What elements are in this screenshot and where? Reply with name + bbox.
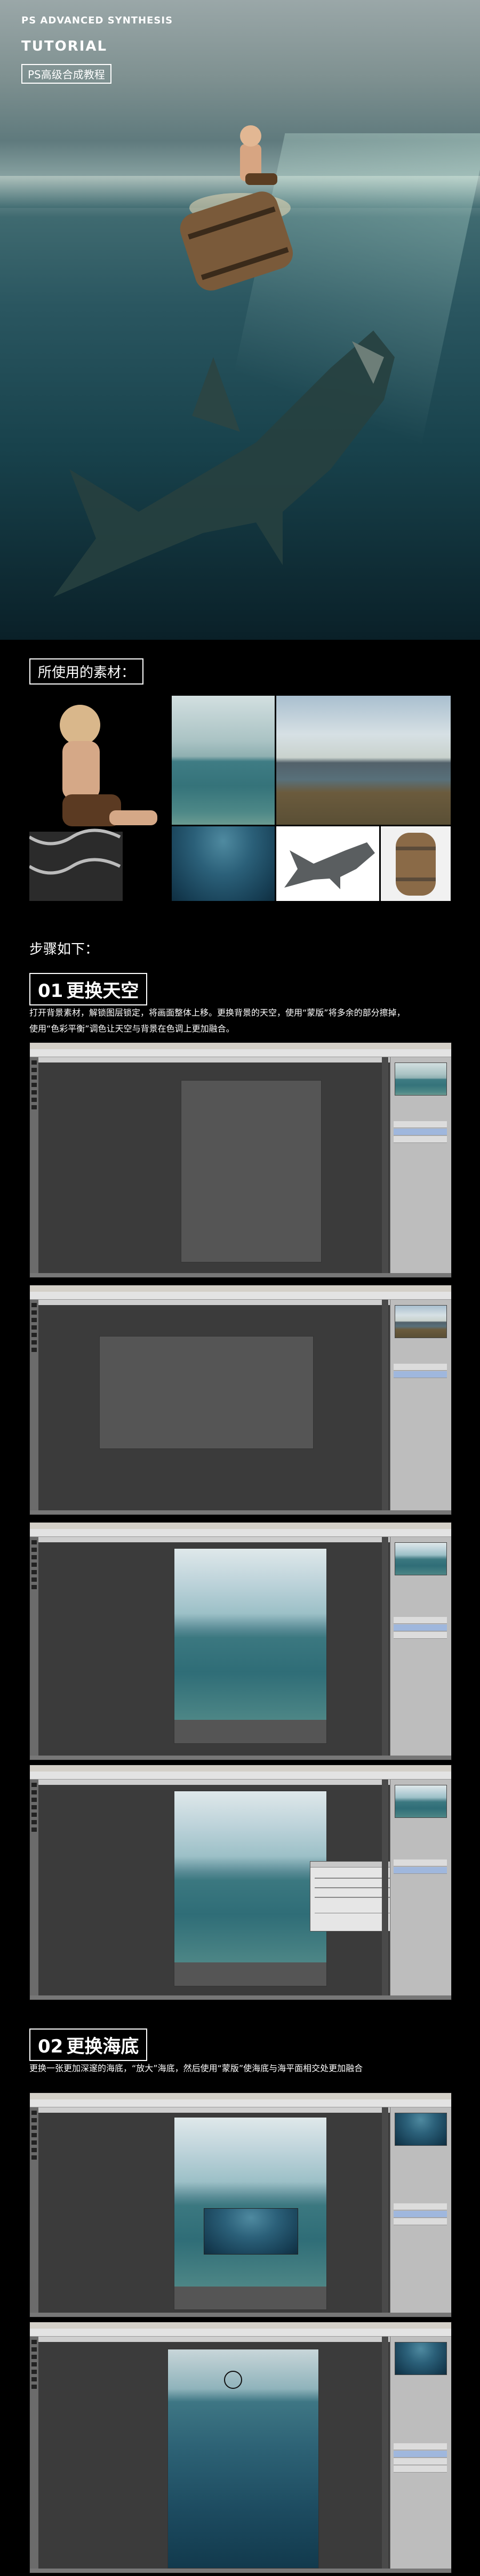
step-02-description: 更换一张更加深邃的海底，“放大”海底，然后使用“蒙版”使海底与海平面相交处更加融… xyxy=(29,2060,451,2076)
ps4-canvas xyxy=(174,1791,327,1986)
ps3-canvas xyxy=(174,1548,327,1744)
step-01-label: 更换天空 xyxy=(66,980,139,1002)
hero-title-line1: PS ADVANCED SYNTHESIS xyxy=(21,15,173,26)
ps5-canvas xyxy=(174,2117,327,2310)
material-sea-image xyxy=(172,696,275,825)
ps-screenshot-6 xyxy=(29,2322,452,2573)
hero-badge: PS高级合成教程 xyxy=(21,64,111,84)
hero-title-line2: TUTORIAL xyxy=(21,38,108,54)
ps-screenshot-2 xyxy=(29,1285,452,1515)
step-02-desc-line1: 更换一张更加深邃的海底，“放大”海底，然后使用“蒙版”使海底与海平面相交处更加融… xyxy=(29,2063,363,2073)
hero-barrel-boy-image xyxy=(180,125,293,291)
ps-screenshot-3 xyxy=(29,1522,452,1760)
material-boy-image xyxy=(29,696,171,901)
ps6-canvas xyxy=(167,2349,319,2569)
step-02-number: 02 xyxy=(38,2036,63,2057)
step-01-description: 打开背景素材，解锁图层锁定，将画面整体上移。更换背景的天空，使用“蒙版”将多余的… xyxy=(29,1005,451,1037)
ps1-canvas xyxy=(181,1080,322,1262)
material-shark-image xyxy=(276,826,379,901)
step-01-desc-line2: 使用“色彩平衡”调色让天空与背景在色调上更加融合。 xyxy=(29,1024,235,1034)
hero-shark-image xyxy=(53,331,395,597)
step-02-title: 02 更换海底 xyxy=(29,2028,148,2061)
material-barrel-image xyxy=(381,826,451,901)
step-02-label: 更换海底 xyxy=(66,2036,139,2057)
materials-heading: 所使用的素材： xyxy=(29,658,144,685)
ps-screenshot-1 xyxy=(29,1042,452,1278)
step-01-desc-line1: 打开背景素材，解锁图层锁定，将画面整体上移。更换背景的天空，使用“蒙版”将多余的… xyxy=(29,1008,405,1018)
ps-screenshot-4 xyxy=(29,1765,452,2000)
step-01-title: 01 更换天空 xyxy=(29,973,148,1005)
steps-heading: 步骤如下： xyxy=(29,941,99,957)
step-01-number: 01 xyxy=(38,980,63,1002)
material-deep-sea-image xyxy=(172,826,275,901)
ps-screenshot-5 xyxy=(29,2092,452,2317)
material-sky-image xyxy=(276,696,451,825)
hero-banner: PS ADVANCED SYNTHESIS TUTORIAL PS高级合成教程 xyxy=(0,0,480,640)
ps2-canvas xyxy=(99,1336,314,1449)
